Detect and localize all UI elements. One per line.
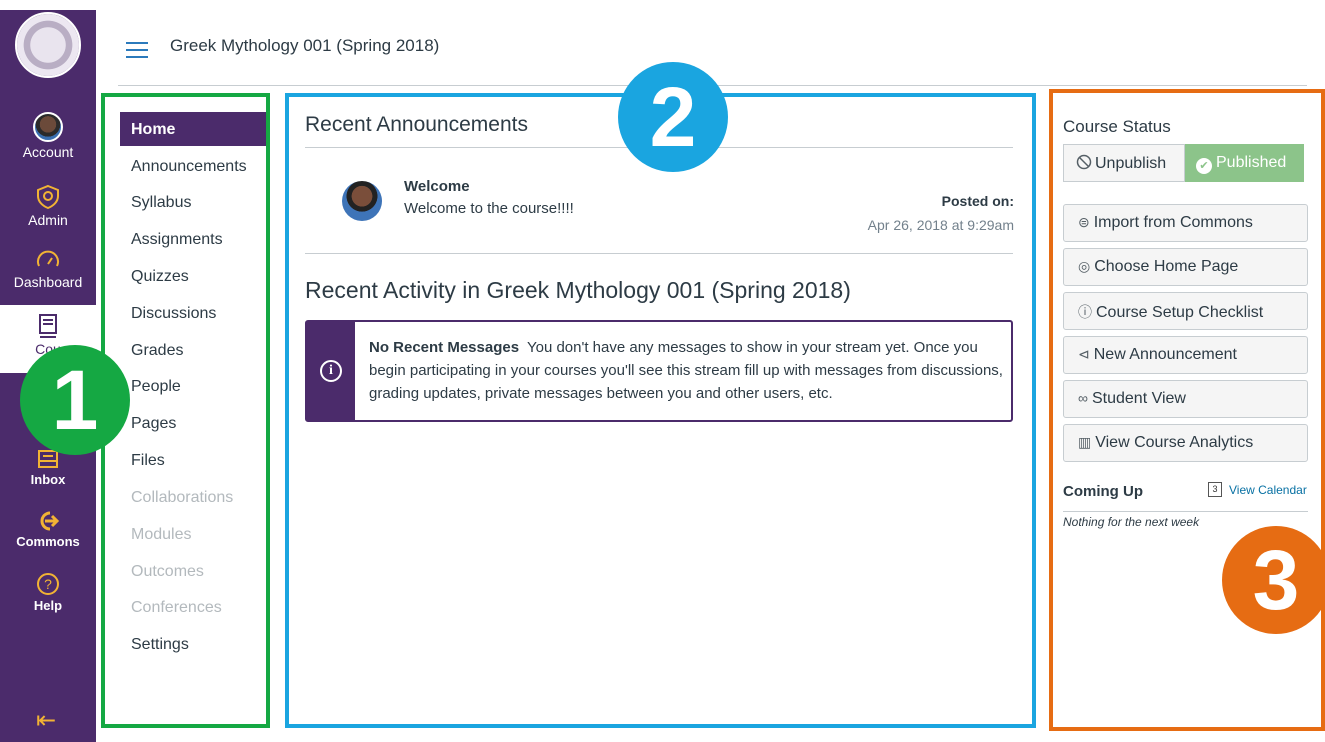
- view-calendar-link[interactable]: View Calendar: [1229, 483, 1307, 497]
- course-nav-outcomes[interactable]: Outcomes: [131, 563, 204, 581]
- course-nav-settings[interactable]: Settings: [131, 636, 189, 654]
- announcement-posted-label: Posted on:: [941, 193, 1014, 209]
- info-icon: i: [320, 360, 342, 382]
- callout-badge-1: 1: [20, 345, 130, 455]
- course-status-label: Course Status: [1063, 117, 1171, 136]
- course-nav-syllabus[interactable]: Syllabus: [131, 194, 191, 212]
- global-nav-dashboard[interactable]: Dashboard: [0, 248, 96, 290]
- svg-text:?: ?: [44, 576, 52, 592]
- course-nav-announcements[interactable]: Announcements: [131, 158, 247, 176]
- question-circle-icon: ⓘ: [1078, 304, 1092, 320]
- no-messages-alert: i No Recent Messages You don't have any …: [305, 320, 1013, 422]
- glasses-icon: ∞: [1078, 390, 1088, 406]
- import-from-commons-button[interactable]: ⊜ Import from Commons: [1063, 204, 1308, 242]
- avatar: [33, 112, 63, 142]
- recent-announcements-heading: Recent Announcements: [305, 113, 528, 136]
- choose-home-page-label: Choose Home Page: [1094, 258, 1239, 275]
- announcement-posted-date: Apr 26, 2018 at 9:29am: [867, 217, 1014, 233]
- alert-heading: No Recent Messages: [369, 339, 520, 356]
- choose-home-page-button[interactable]: ◎ Choose Home Page: [1063, 248, 1308, 286]
- announcement-author-avatar[interactable]: [342, 181, 382, 221]
- global-nav-help-label: Help: [33, 598, 63, 613]
- unpublish-button[interactable]: Unpublish: [1063, 144, 1185, 182]
- unpublish-label: Unpublish: [1095, 155, 1167, 172]
- page-title[interactable]: Greek Mythology 001 (Spring 2018): [170, 36, 439, 56]
- nothing-upcoming-text: Nothing for the next week: [1063, 515, 1200, 529]
- course-nav-collaborations[interactable]: Collaborations: [131, 489, 233, 507]
- course-nav-quizzes[interactable]: Quizzes: [131, 268, 189, 286]
- alert-side-bar: i: [307, 322, 355, 420]
- course-nav-pages[interactable]: Pages: [131, 415, 176, 433]
- view-course-analytics-label: View Course Analytics: [1095, 434, 1254, 451]
- speedometer-icon: [37, 250, 59, 267]
- global-nav-account[interactable]: Account: [0, 112, 96, 160]
- global-nav-commons[interactable]: Commons: [0, 510, 96, 549]
- new-announcement-label: New Announcement: [1093, 346, 1237, 363]
- target-icon: ◎: [1078, 258, 1091, 274]
- course-nav-grades[interactable]: Grades: [131, 342, 183, 360]
- import-from-commons-label: Import from Commons: [1093, 214, 1253, 231]
- global-nav-inbox-label: Inbox: [30, 472, 66, 487]
- coming-up-heading: Coming Up: [1063, 483, 1143, 500]
- course-setup-checklist-button[interactable]: ⓘ Course Setup Checklist: [1063, 292, 1308, 330]
- view-course-analytics-button[interactable]: ▥ View Course Analytics: [1063, 424, 1308, 462]
- callout-badge-2: 2: [618, 62, 728, 172]
- institution-logo[interactable]: [15, 12, 81, 78]
- student-view-button[interactable]: ∞ Student View: [1063, 380, 1308, 418]
- announcement-title[interactable]: Welcome: [404, 178, 470, 195]
- course-nav-discussions[interactable]: Discussions: [131, 305, 216, 323]
- activity-divider: [305, 253, 1013, 254]
- megaphone-icon: ⊲: [1078, 346, 1090, 362]
- course-nav-people[interactable]: People: [131, 378, 181, 396]
- arrow-right-icon: [40, 511, 60, 531]
- announcement-body: Welcome to the course!!!!: [404, 200, 574, 217]
- hamburger-menu-icon[interactable]: [126, 42, 148, 58]
- prohibited-icon: [1076, 154, 1092, 170]
- student-view-label: Student View: [1091, 390, 1186, 407]
- published-button[interactable]: ✔ Published: [1185, 144, 1304, 182]
- top-edge: [0, 0, 1325, 10]
- course-header: Greek Mythology 001 (Spring 2018): [96, 10, 1325, 86]
- course-setup-checklist-label: Course Setup Checklist: [1096, 304, 1264, 321]
- question-icon: ?: [37, 573, 59, 595]
- recent-activity-heading: Recent Activity in Greek Mythology 001 (…: [305, 277, 851, 303]
- global-nav-commons-label: Commons: [16, 534, 80, 549]
- calendar-icon: 3: [1208, 482, 1222, 497]
- shield-icon: [37, 184, 59, 210]
- global-nav-dashboard-label: Dashboard: [13, 274, 83, 290]
- course-nav-files[interactable]: Files: [131, 452, 165, 470]
- global-nav-admin-label: Admin: [28, 212, 68, 228]
- new-announcement-button[interactable]: ⊲ New Announcement: [1063, 336, 1308, 374]
- collapse-nav-icon[interactable]: ⇤: [36, 706, 56, 735]
- course-nav-home[interactable]: Home: [120, 112, 266, 146]
- course-nav-conferences[interactable]: Conferences: [131, 599, 222, 617]
- global-nav-admin[interactable]: Admin: [0, 184, 96, 228]
- book-icon: [39, 314, 57, 338]
- analytics-icon: ▥: [1078, 434, 1092, 450]
- alert-text: No Recent Messages You don't have any me…: [369, 336, 1005, 405]
- course-nav-modules[interactable]: Modules: [131, 526, 191, 544]
- global-nav-help[interactable]: ? Help: [0, 572, 96, 613]
- coming-up-divider: [1063, 511, 1308, 512]
- commons-icon: ⊜: [1078, 214, 1090, 230]
- callout-badge-3: 3: [1222, 526, 1325, 634]
- check-icon: ✔: [1196, 158, 1212, 174]
- global-nav-account-label: Account: [22, 144, 74, 160]
- published-label: Published: [1216, 154, 1287, 171]
- course-nav-assignments[interactable]: Assignments: [131, 231, 223, 249]
